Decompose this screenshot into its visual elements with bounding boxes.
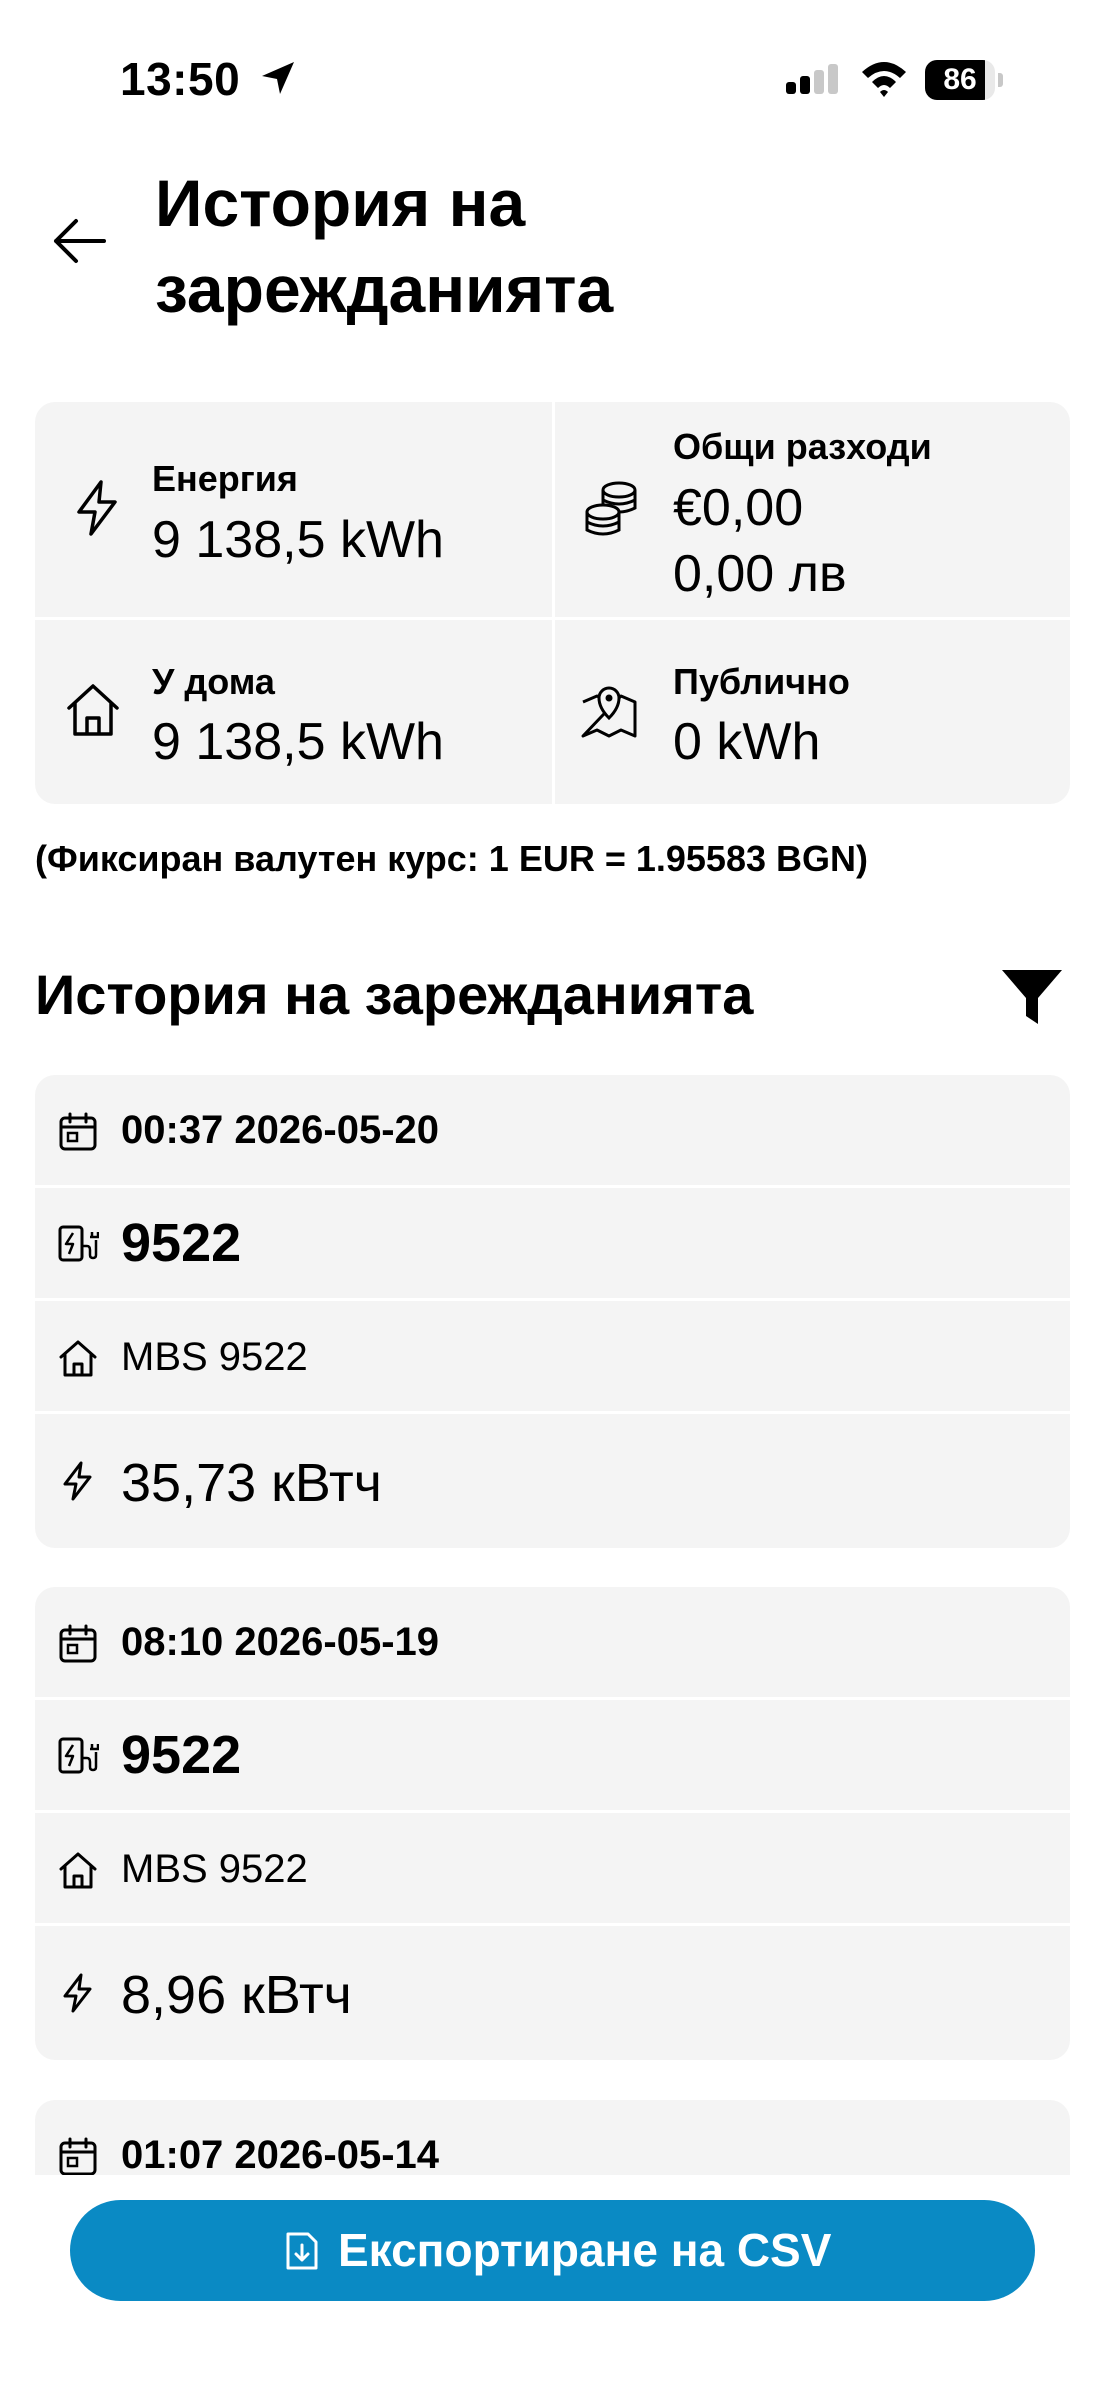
summary-costs-eur: €0,00 (673, 479, 804, 537)
charging-history-list[interactable]: 00:37 2026-05-20 9522 MBS 9522 35,73 кВт… (0, 1075, 1105, 2175)
summary-home-label: У дома (152, 661, 275, 702)
house-icon (59, 1340, 97, 1377)
page-title: История на зарежданията (155, 166, 614, 326)
summary-public: Публично 0 kWh (555, 620, 1070, 804)
summary-costs: Общи разходи €0,00 0,00 лв (555, 402, 1070, 617)
lightning-icon (63, 1973, 92, 2013)
summary-energy-value: 9 138,5 kWh (152, 511, 444, 569)
calendar-icon (59, 1112, 97, 1151)
arrow-left-icon[interactable] (48, 210, 110, 272)
exchange-rate-note: (Фиксиран валутен курс: 1 EUR = 1.95583 … (35, 838, 868, 879)
export-csv-button[interactable]: Експортиране на CSV (70, 2200, 1035, 2301)
session-datetime: 00:37 2026-05-20 (121, 1108, 440, 1152)
summary-costs-label: Общи разходи (673, 426, 932, 467)
session-datetime: 08:10 2026-05-19 (121, 1620, 440, 1664)
summary-energy-label: Енергия (152, 458, 298, 499)
house-icon (67, 684, 119, 736)
ev-charger-icon (58, 1737, 99, 1774)
map-pin-icon (581, 686, 637, 738)
cellular-signal-icon (786, 64, 838, 94)
session-date-row: 01:07 2026-05-14 (35, 2100, 1070, 2175)
session-location: MBS 9522 (121, 1335, 308, 1379)
filter-icon[interactable] (1000, 968, 1064, 1028)
export-csv-label: Експортиране на CSV (338, 2224, 832, 2276)
session-date-row: 08:10 2026-05-19 (35, 1587, 1070, 1697)
summary-energy: Енергия 9 138,5 kWh (35, 402, 552, 617)
session-charger-row: 9522 (35, 1188, 1070, 1298)
status-time: 13:50 (120, 53, 241, 105)
ev-charger-icon (58, 1225, 99, 1262)
session-charger: 9522 (121, 1725, 242, 1785)
session-location: MBS 9522 (121, 1847, 308, 1891)
battery-percent: 86 (943, 63, 977, 96)
summary-costs-bgn: 0,00 лв (673, 545, 847, 603)
list-item[interactable]: 00:37 2026-05-20 9522 MBS 9522 35,73 кВт… (35, 1075, 1070, 1548)
lightning-icon (63, 1461, 92, 1501)
calendar-icon (59, 2137, 97, 2175)
calendar-icon (59, 1624, 97, 1663)
file-download-icon (286, 2232, 318, 2270)
session-date-row: 00:37 2026-05-20 (35, 1075, 1070, 1185)
summary-home: У дома 9 138,5 kWh (35, 620, 552, 804)
list-item[interactable]: 08:10 2026-05-19 9522 MBS 9522 8,96 кВтч (35, 1587, 1070, 2060)
wifi-icon (862, 62, 906, 97)
session-charger-row: 9522 (35, 1700, 1070, 1810)
history-section-title: История на зарежданията (35, 963, 754, 1026)
summary-grid: Енергия 9 138,5 kWh Общи разходи €0,00 0… (35, 402, 1070, 804)
summary-home-value: 9 138,5 kWh (152, 713, 444, 771)
battery-icon: 86 (925, 60, 1005, 100)
session-charger: 9522 (121, 1213, 242, 1273)
status-bar: 13:50 86 (0, 0, 1105, 160)
list-item[interactable]: 01:07 2026-05-14 (35, 2100, 1070, 2175)
session-energy: 35,73 кВтч (121, 1453, 382, 1513)
session-energy-row: 35,73 кВтч (35, 1414, 1070, 1548)
session-energy-row: 8,96 кВтч (35, 1926, 1070, 2060)
session-location-row: MBS 9522 (35, 1813, 1070, 1923)
house-icon (59, 1852, 97, 1889)
session-datetime: 01:07 2026-05-14 (121, 2133, 440, 2175)
location-arrow-icon (262, 62, 294, 94)
lightning-icon (77, 480, 117, 536)
summary-public-value: 0 kWh (673, 713, 821, 771)
session-energy: 8,96 кВтч (121, 1965, 352, 2025)
session-location-row: MBS 9522 (35, 1301, 1070, 1411)
summary-public-label: Публично (673, 661, 850, 702)
coins-icon (585, 481, 637, 536)
